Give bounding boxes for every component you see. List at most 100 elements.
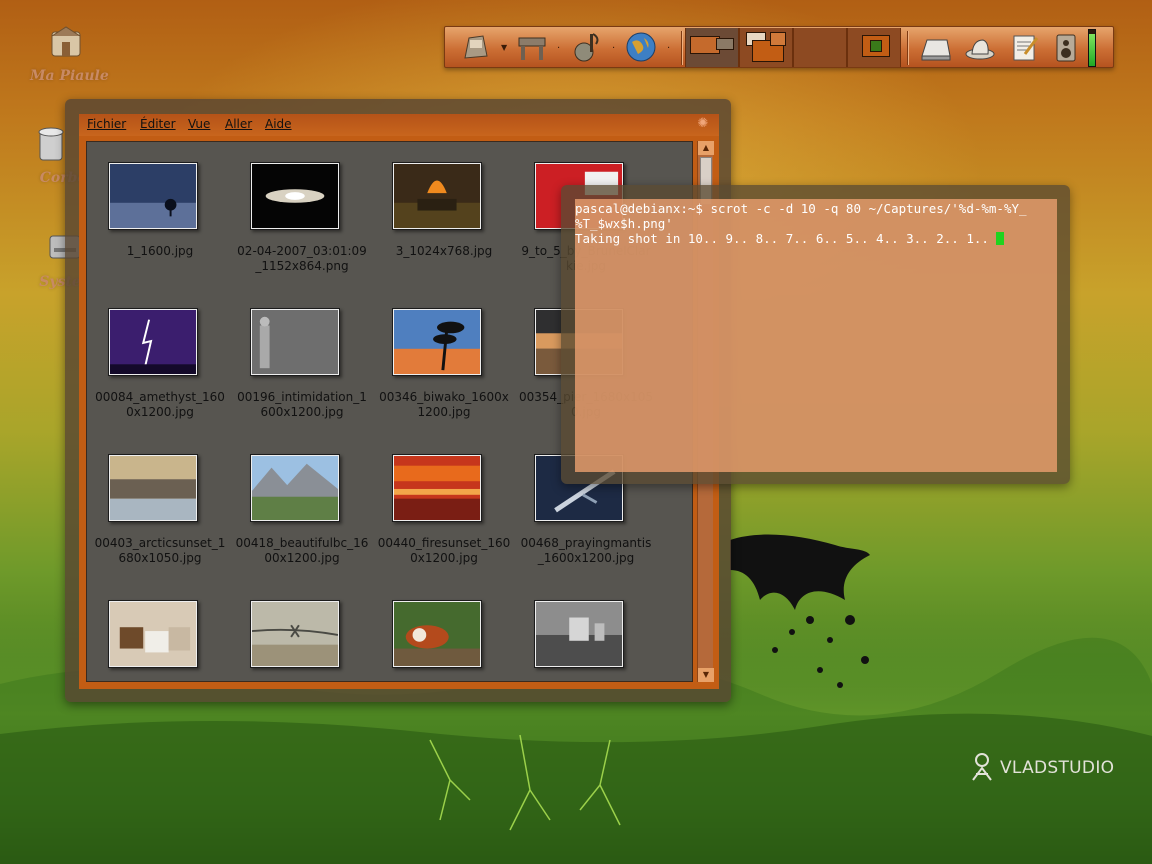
separator-dot: ·: [557, 43, 561, 54]
file-item[interactable]: 00403_arcticsunset_1680x1050.jpg: [87, 454, 229, 594]
file-thumbnail[interactable]: [108, 600, 198, 668]
workspace-3[interactable]: [793, 28, 847, 67]
file-item[interactable]: 00418_beautifulbc_1600x1200.jpg: [229, 454, 371, 594]
night-tree-thumbnail-image: [110, 164, 196, 228]
terminal-line-with-cursor: Taking shot in 10.. 9.. 8.. 7.. 6.. 5.. …: [575, 231, 1057, 246]
file-thumbnail[interactable]: [392, 162, 482, 230]
globe-icon: [626, 32, 656, 62]
workspace-4[interactable]: [847, 28, 901, 67]
workspace-2[interactable]: [739, 28, 793, 67]
workspace-window: [870, 40, 882, 52]
person-logo-icon: [972, 753, 992, 781]
file-thumbnail[interactable]: [392, 454, 482, 522]
music-icon: [574, 33, 599, 62]
settings-launcher[interactable]: [963, 30, 997, 64]
music-launcher[interactable]: [570, 30, 604, 64]
bw-ruins-thumbnail-image: [536, 602, 622, 666]
file-item[interactable]: 00196_intimidation_1600x1200.jpg: [229, 308, 371, 448]
fire-sunset-thumbnail-image: [394, 456, 480, 520]
file-thumbnail[interactable]: [250, 454, 340, 522]
barbed-wire-thumbnail-image: [251, 602, 339, 666]
file-item[interactable]: [87, 600, 229, 681]
desk-icon: [518, 37, 546, 60]
separator-dot: ·: [667, 43, 671, 54]
file-thumbnail[interactable]: [392, 308, 482, 376]
file-item[interactable]: 00346_biwako_1600x1200.jpg: [371, 308, 513, 448]
fire-ruins-thumbnail-image: [394, 164, 480, 228]
file-thumbnail[interactable]: [108, 308, 198, 376]
loading-spinner-icon: ✺: [697, 116, 709, 131]
workspace-window: [716, 38, 734, 50]
terminal-cursor: [996, 232, 1005, 245]
terminal-line: Taking shot in 10.. 9.. 8.. 7.. 6.. 5.. …: [575, 231, 997, 246]
menu-editer[interactable]: Éditer: [140, 117, 176, 131]
mountains-thumbnail-image: [252, 456, 338, 520]
file-name: 1_1600.jpg: [126, 244, 194, 258]
scanner-icon: [921, 39, 951, 61]
file-item[interactable]: 1_1600.jpg: [87, 162, 229, 302]
file-thumbnail[interactable]: [108, 454, 198, 522]
file-item[interactable]: 3_1024x768.jpg: [371, 162, 513, 302]
terminal-line: pascal@debianx:~$ scrot -c -d 10 -q 80 ~…: [575, 201, 1027, 216]
scanner-launcher[interactable]: [919, 30, 953, 64]
file-item[interactable]: [371, 600, 513, 681]
volume-level-meter[interactable]: [1088, 29, 1096, 67]
menu-fichier[interactable]: Fichier: [87, 117, 126, 131]
file-item[interactable]: 02-04-2007_03:01:09_1152x864.png: [229, 162, 371, 302]
trash-icon: [38, 127, 64, 161]
menu-aide[interactable]: Aide: [265, 117, 292, 131]
workspace-window: [770, 32, 786, 46]
file-thumbnail[interactable]: [108, 162, 198, 230]
speaker-icon: [1056, 34, 1076, 62]
terminal-icon: [464, 35, 488, 59]
scroll-down-button[interactable]: ▼: [698, 668, 714, 682]
desktop-icon-label: Ma Piaule: [30, 68, 109, 84]
notes-launcher[interactable]: [1007, 30, 1041, 64]
house-icon: [51, 26, 81, 57]
watermark-text: VLADSTUDIO: [1000, 758, 1115, 778]
workspace-1[interactable]: [685, 28, 739, 67]
file-thumbnail[interactable]: [534, 600, 624, 668]
file-thumbnail[interactable]: [392, 600, 482, 668]
terminal-line: %T_$wx$h.png': [575, 216, 673, 231]
file-item[interactable]: 00084_amethyst_1600x1200.jpg: [87, 308, 229, 448]
file-name: 00468_prayingmantis_1600x1200.jpg: [520, 536, 652, 565]
file-thumbnail[interactable]: [250, 600, 340, 668]
file-name: 00346_biwako_1600x1200.jpg: [379, 390, 509, 419]
file-name: 3_1024x768.jpg: [395, 244, 493, 258]
file-name: 02-04-2007_03:01:09_1152x864.png: [237, 244, 367, 273]
file-name: 00403_arcticsunset_1680x1050.jpg: [94, 536, 226, 565]
red-panda-thumbnail-image: [394, 602, 480, 666]
hat-icon: [965, 39, 995, 60]
arctic-thumbnail-image: [110, 456, 196, 520]
menu-vue[interactable]: Vue: [188, 117, 210, 131]
root-decoration: [429, 734, 621, 831]
chevron-down-icon[interactable]: ▼: [501, 43, 507, 52]
audio-launcher[interactable]: [1049, 30, 1083, 64]
dock-separator: [681, 31, 683, 65]
separator-dot: ·: [612, 43, 616, 54]
terminal-launcher[interactable]: [459, 30, 493, 64]
file-item[interactable]: [513, 600, 655, 681]
lightning-thumbnail-image: [110, 310, 196, 374]
file-name: 00084_amethyst_1600x1200.jpg: [95, 390, 225, 419]
file-item[interactable]: [229, 600, 371, 681]
ink-splash-decoration: [730, 534, 870, 688]
file-name: 00440_firesunset_1600x1200.jpg: [377, 536, 511, 565]
menu-aller[interactable]: Aller: [225, 117, 252, 131]
file-thumbnail[interactable]: [250, 308, 340, 376]
horses-thumbnail-image: [110, 602, 196, 666]
top-dock: ▼ · · ·: [444, 26, 1114, 68]
browser-launcher[interactable]: [624, 30, 658, 64]
galaxy-thumbnail-image: [252, 164, 338, 228]
file-thumbnail[interactable]: [250, 162, 340, 230]
desktop-launcher[interactable]: [515, 30, 549, 64]
file-item[interactable]: 00440_firesunset_1600x1200.jpg: [371, 454, 513, 594]
notes-icon: [1013, 35, 1039, 61]
home-folder-desktop-icon[interactable]: Ma Piaule: [30, 24, 109, 84]
file-name: 00418_beautifulbc_1600x1200.jpg: [235, 536, 369, 565]
terminal-output[interactable]: pascal@debianx:~$ scrot -c -d 10 -q 80 ~…: [575, 199, 1057, 472]
volume-level-fill: [1089, 33, 1095, 66]
scroll-up-button[interactable]: ▲: [698, 141, 714, 155]
bonsai-sunset-thumbnail-image: [394, 310, 480, 374]
